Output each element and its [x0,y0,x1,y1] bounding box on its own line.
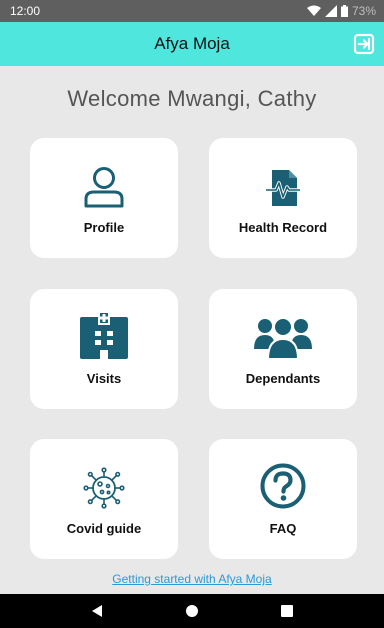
back-triangle-icon [92,605,103,617]
home-circle-icon [185,605,198,617]
tile-label: Covid guide [66,521,142,536]
logout-button[interactable] [352,32,376,56]
group-icon [254,317,312,359]
system-nav-bar [0,594,384,628]
app-bar: Afya Moja [0,22,384,66]
tile-label: Dependants [245,371,321,386]
profile-tile[interactable]: Profile [30,138,178,258]
getting-started-link[interactable]: Getting started with Afya Moja [0,572,384,586]
hospital-icon [80,311,128,359]
back-button[interactable] [82,596,112,626]
welcome-message: Welcome Mwangi, Cathy [67,86,317,111]
question-icon [260,463,306,509]
signal-icon [324,5,337,17]
recents-square-icon [280,605,293,617]
dependants-tile[interactable]: Dependants [209,289,357,409]
status-icons: 73% [306,4,376,18]
wifi-icon [306,5,321,16]
tile-label: Profile [83,220,125,235]
covid-guide-tile[interactable]: Covid guide [30,439,178,559]
status-time: 12:00 [10,4,41,18]
home-button[interactable] [177,596,207,626]
tile-label: FAQ [269,521,297,536]
recents-button[interactable] [272,596,302,626]
status-bar: 12:00 73% [0,0,384,22]
health-record-tile[interactable]: Health Record [209,138,357,258]
health-record-icon [266,170,300,206]
visits-tile[interactable]: Visits [30,289,178,409]
tile-label: Health Record [238,220,328,235]
battery-icon [340,5,348,17]
logout-icon [353,33,375,55]
person-icon [84,167,124,208]
battery-percentage: 73% [351,4,376,18]
virus-icon [83,467,125,509]
tile-label: Visits [86,371,122,386]
app-title: Afya Moja [154,34,230,53]
faq-tile[interactable]: FAQ [209,439,357,559]
